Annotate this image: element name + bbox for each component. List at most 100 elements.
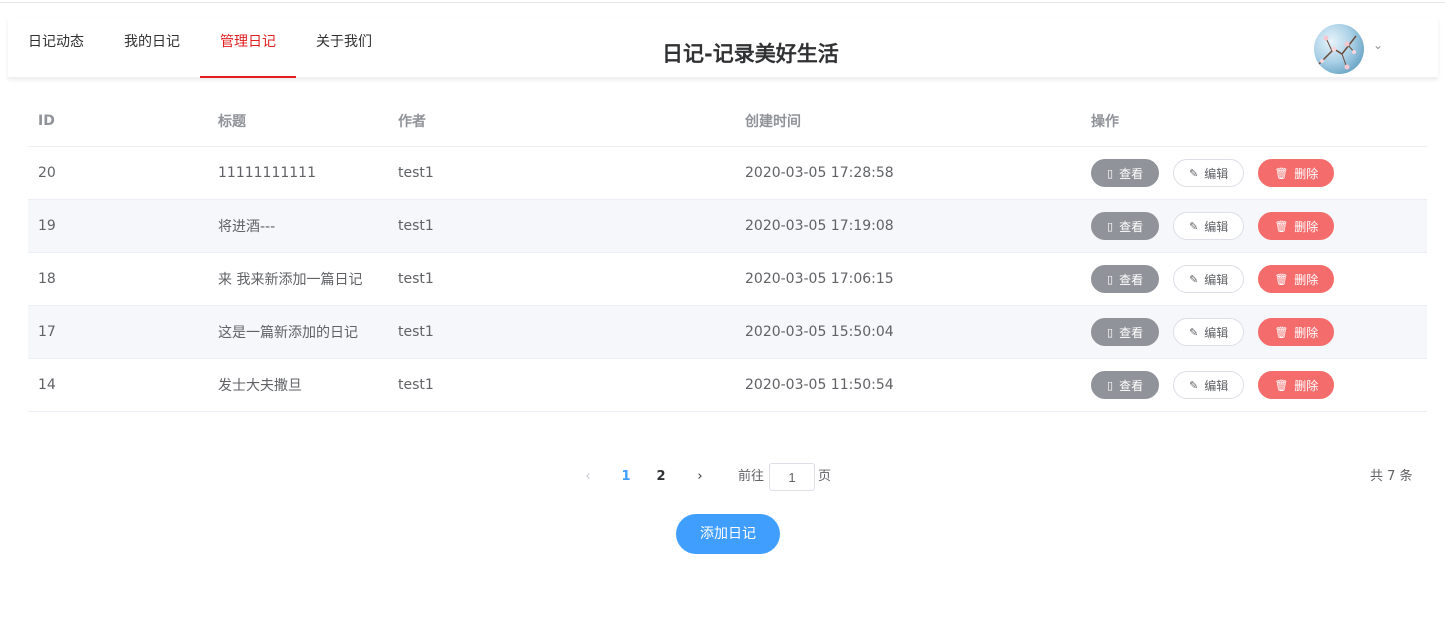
edit-button[interactable]: ✎ 编辑	[1173, 159, 1245, 187]
header-created-time: 创建时间	[745, 114, 801, 130]
cell-author: test1	[398, 165, 434, 181]
delete-button[interactable]: 🗑 删除	[1258, 318, 1335, 346]
delete-button[interactable]: 🗑 删除	[1258, 371, 1335, 399]
mouse-icon: ▯	[1107, 219, 1114, 233]
cell-actions: ▯ 查看 ✎ 编辑 🗑 删除	[1081, 318, 1427, 346]
pencil-icon: ✎	[1189, 219, 1199, 233]
cell-time: 2020-03-05 17:19:08	[745, 218, 894, 234]
cell-id: 20	[38, 165, 56, 181]
cell-title: 11111111111	[218, 165, 316, 181]
add-diary-button[interactable]: 添加日记	[676, 514, 780, 554]
edit-label: 编辑	[1204, 272, 1229, 287]
edit-button[interactable]: ✎ 编辑	[1173, 265, 1245, 293]
edit-label: 编辑	[1204, 378, 1229, 393]
table-row: 14 发士大夫撒旦 test1 2020-03-05 11:50:54 ▯ 查看 …	[28, 359, 1427, 412]
view-button[interactable]: ▯ 查看	[1091, 212, 1160, 240]
top-divider	[0, 2, 1445, 3]
total-count: 共 7 条	[1370, 469, 1413, 484]
avatar-image	[1318, 35, 1357, 70]
nav-item-about-us[interactable]: 关于我们	[296, 12, 392, 72]
table-header: ID 标题 作者 创建时间 操作	[28, 96, 1427, 147]
goto-page-input[interactable]	[769, 463, 815, 491]
view-button[interactable]: ▯ 查看	[1091, 159, 1160, 187]
cell-id: 19	[38, 218, 56, 234]
nav-item-diary-feed[interactable]: 日记动态	[8, 12, 104, 72]
page-number-2[interactable]: 2	[649, 462, 673, 492]
view-button[interactable]: ▯ 查看	[1091, 318, 1160, 346]
edit-button[interactable]: ✎ 编辑	[1173, 318, 1245, 346]
mouse-icon: ▯	[1107, 325, 1114, 339]
table-row: 19 将进酒--- test1 2020-03-05 17:19:08 ▯ 查看 …	[28, 200, 1427, 253]
delete-label: 删除	[1294, 219, 1319, 234]
header-title: 标题	[218, 114, 246, 130]
cell-actions: ▯ 查看 ✎ 编辑 🗑 删除	[1081, 159, 1427, 187]
mouse-icon: ▯	[1107, 378, 1114, 392]
edit-label: 编辑	[1204, 166, 1229, 181]
cell-time: 2020-03-05 17:28:58	[745, 165, 894, 181]
edit-button[interactable]: ✎ 编辑	[1173, 212, 1245, 240]
trash-icon: 🗑	[1274, 378, 1289, 392]
trash-icon: 🗑	[1274, 325, 1289, 339]
delete-label: 删除	[1294, 378, 1319, 393]
mouse-icon: ▯	[1107, 272, 1114, 286]
pencil-icon: ✎	[1189, 166, 1199, 180]
mouse-icon: ▯	[1107, 166, 1114, 180]
cell-id: 18	[38, 271, 56, 287]
cell-author: test1	[398, 324, 434, 340]
top-header: 日记动态 我的日记 管理日记 关于我们 日记-记录美好生活 ⌄	[8, 18, 1438, 78]
goto-label: 前往	[738, 469, 765, 484]
view-button[interactable]: ▯ 查看	[1091, 371, 1160, 399]
header-id: ID	[38, 113, 55, 129]
pencil-icon: ✎	[1189, 378, 1199, 392]
cell-title: 发士大夫撒旦	[218, 378, 302, 394]
pagination: ‹ 1 2 › 前往 页 共 7 条	[0, 462, 1445, 492]
table-row: 17 这是一篇新添加的日记 test1 2020-03-05 15:50:04 …	[28, 306, 1427, 359]
cell-actions: ▯ 查看 ✎ 编辑 🗑 删除	[1081, 212, 1427, 240]
cell-title: 来 我来新添加一篇日记	[218, 272, 363, 288]
cell-time: 2020-03-05 15:50:04	[745, 324, 894, 340]
cell-id: 14	[38, 377, 56, 393]
table-row: 20 11111111111 test1 2020-03-05 17:28:58…	[28, 147, 1427, 200]
delete-button[interactable]: 🗑 删除	[1258, 159, 1335, 187]
edit-button[interactable]: ✎ 编辑	[1173, 371, 1245, 399]
delete-button[interactable]: 🗑 删除	[1258, 212, 1335, 240]
edit-label: 编辑	[1204, 219, 1229, 234]
user-avatar[interactable]	[1314, 24, 1364, 74]
page-number-1[interactable]: 1	[614, 462, 638, 492]
cell-actions: ▯ 查看 ✎ 编辑 🗑 删除	[1081, 371, 1427, 399]
view-label: 查看	[1119, 272, 1144, 287]
main-nav: 日记动态 我的日记 管理日记 关于我们	[8, 18, 392, 78]
nav-item-manage-diary[interactable]: 管理日记	[200, 12, 296, 78]
chevron-down-icon[interactable]: ⌄	[1373, 38, 1383, 52]
pencil-icon: ✎	[1189, 325, 1199, 339]
edit-label: 编辑	[1204, 325, 1229, 340]
delete-button[interactable]: 🗑 删除	[1258, 265, 1335, 293]
trash-icon: 🗑	[1274, 272, 1289, 286]
pencil-icon: ✎	[1189, 272, 1199, 286]
view-button[interactable]: ▯ 查看	[1091, 265, 1160, 293]
cell-title: 将进酒---	[218, 219, 276, 235]
page-suffix: 页	[818, 469, 832, 484]
cell-author: test1	[398, 218, 434, 234]
nav-item-my-diary[interactable]: 我的日记	[104, 12, 200, 72]
view-label: 查看	[1119, 325, 1144, 340]
site-title: 日记-记录美好生活	[662, 42, 839, 66]
prev-page-icon[interactable]: ‹	[576, 462, 600, 492]
cell-time: 2020-03-05 17:06:15	[745, 271, 894, 287]
delete-label: 删除	[1294, 272, 1319, 287]
cell-id: 17	[38, 324, 56, 340]
cell-author: test1	[398, 271, 434, 287]
view-label: 查看	[1119, 219, 1144, 234]
cell-time: 2020-03-05 11:50:54	[745, 377, 894, 393]
next-page-icon[interactable]: ›	[688, 462, 712, 492]
diary-table: ID 标题 作者 创建时间 操作 20 11111111111 test1 20…	[28, 96, 1427, 412]
trash-icon: 🗑	[1274, 166, 1289, 180]
table-row: 18 来 我来新添加一篇日记 test1 2020-03-05 17:06:15…	[28, 253, 1427, 306]
view-label: 查看	[1119, 378, 1144, 393]
delete-label: 删除	[1294, 166, 1319, 181]
trash-icon: 🗑	[1274, 219, 1289, 233]
cell-title: 这是一篇新添加的日记	[218, 325, 358, 341]
cell-author: test1	[398, 377, 434, 393]
cell-actions: ▯ 查看 ✎ 编辑 🗑 删除	[1081, 265, 1427, 293]
header-actions: 操作	[1091, 114, 1119, 130]
